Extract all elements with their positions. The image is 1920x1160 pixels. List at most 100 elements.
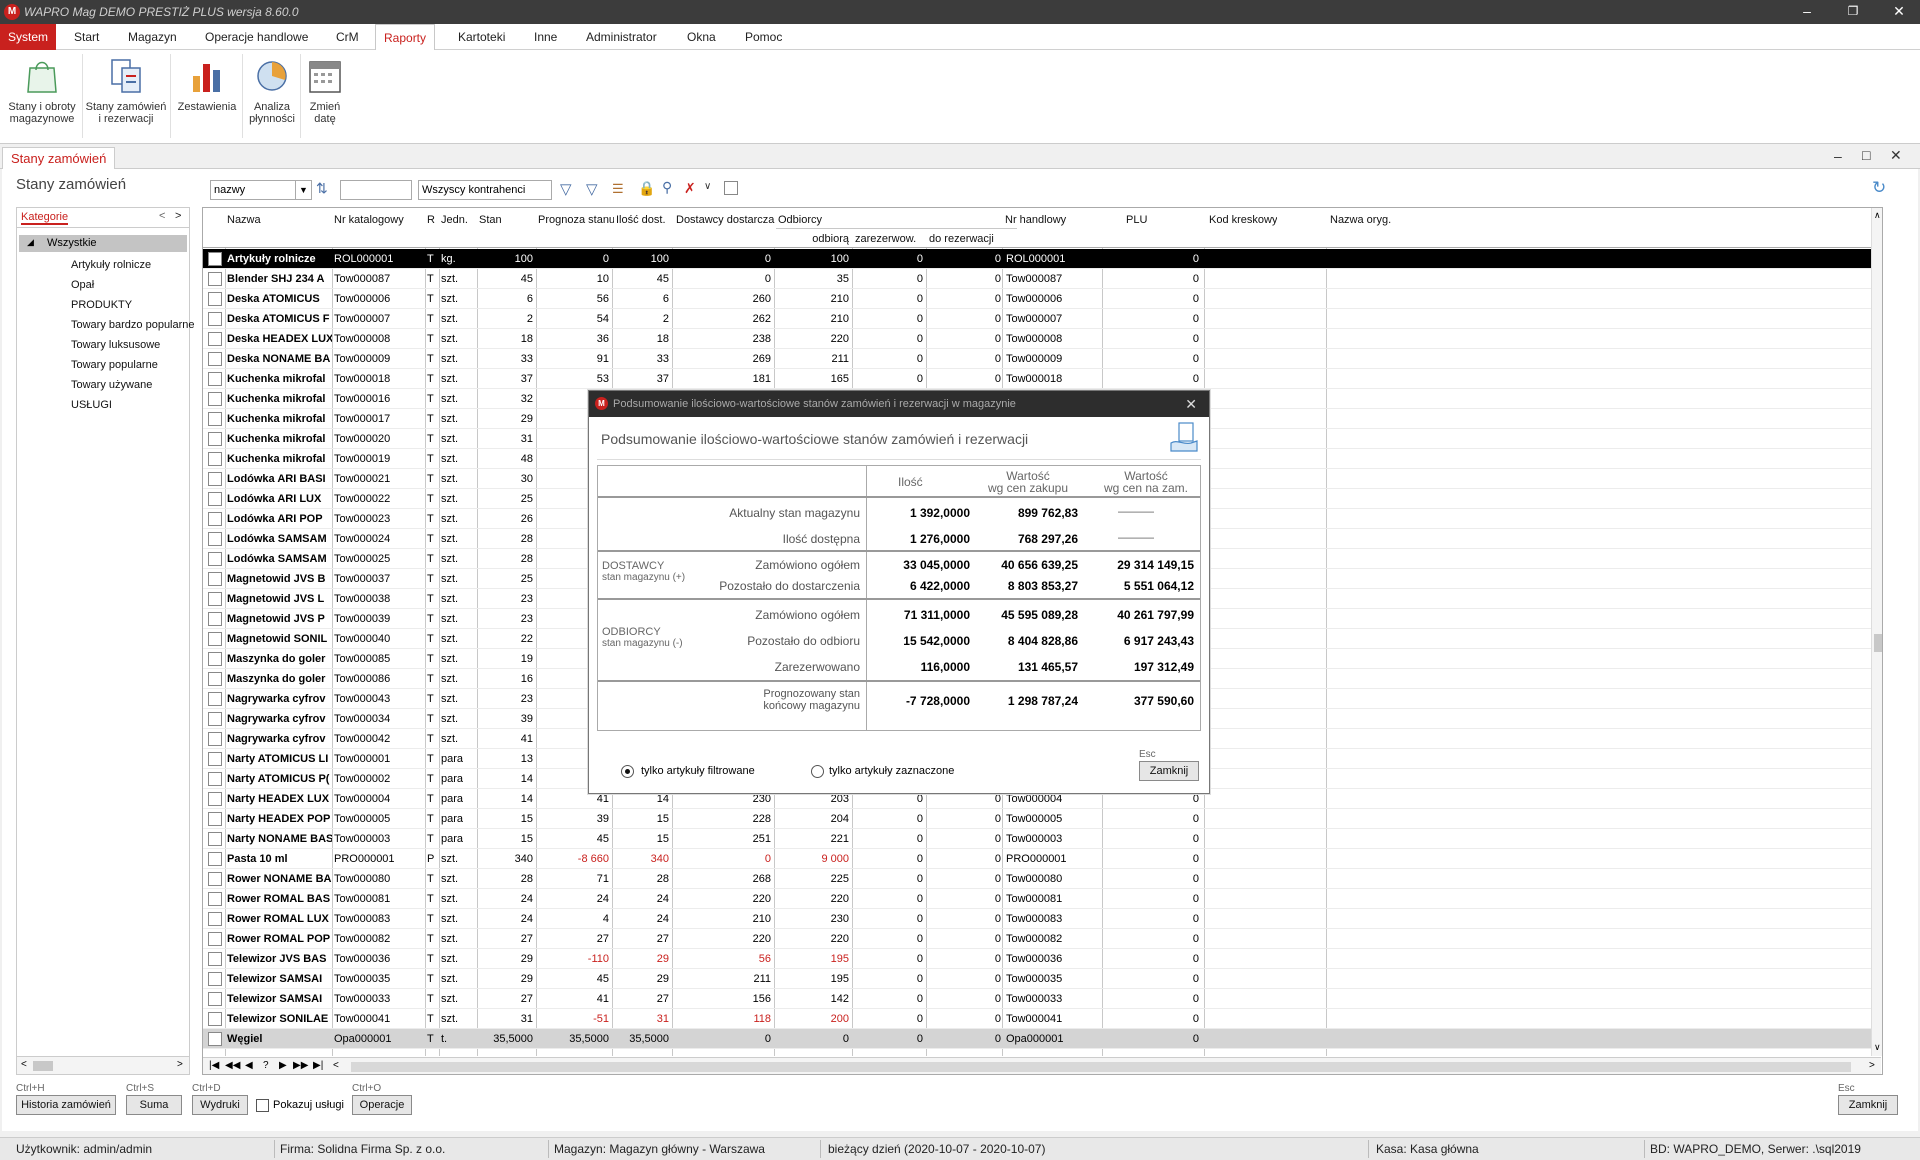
category-item[interactable]: Towary popularne [71, 359, 158, 371]
menu-inne[interactable]: Inne [526, 24, 565, 50]
stany-i-obroty-button[interactable]: Stany i obroty magazynowe [4, 56, 80, 125]
row-checkbox[interactable] [208, 972, 222, 986]
table-row[interactable]: Deska ATOMICUS F Tow000007 Tszt. 2 54 2 262 210… [203, 309, 1881, 329]
col-header-prognoza[interactable]: Prognoza stanu [538, 214, 614, 226]
row-checkbox[interactable] [208, 252, 222, 266]
prev-page-icon[interactable]: ◀◀ [225, 1060, 240, 1071]
row-checkbox[interactable] [208, 872, 222, 886]
sort-field-select[interactable]: nazwy ▼ [210, 180, 312, 200]
chevron-right-icon[interactable]: > [177, 1059, 183, 1070]
doc-maximize-icon[interactable]: □ [1862, 147, 1870, 163]
restore-icon[interactable]: ❐ [1830, 0, 1876, 24]
chevron-down-icon[interactable]: ▼ [295, 181, 311, 199]
menu-magazyn[interactable]: Magazyn [120, 24, 185, 50]
filter-list-icon[interactable]: ☰ [612, 181, 624, 197]
last-record-icon[interactable]: ▶| [313, 1060, 323, 1071]
category-hscrollbar[interactable]: < > [17, 1056, 189, 1074]
table-row[interactable]: Pasta 10 ml PRO000001 Pszt. 340 -8 660 340 0 9 … [203, 849, 1881, 869]
operacje-button[interactable]: Operacje [352, 1095, 412, 1115]
category-item[interactable]: Opał [71, 279, 94, 291]
refresh-icon[interactable]: ↻ [1872, 178, 1886, 198]
chevron-left-icon[interactable]: < [333, 1060, 339, 1071]
pokazuj-uslugi-checkbox[interactable] [256, 1099, 269, 1112]
help-icon[interactable]: ? [263, 1060, 269, 1071]
row-checkbox[interactable] [208, 992, 222, 1006]
col-header-jedn[interactable]: Jedn. [441, 214, 468, 226]
row-checkbox[interactable] [208, 672, 222, 686]
col-header-nazwa-oryg[interactable]: Nazwa oryg. [1330, 214, 1391, 226]
table-row[interactable]: Kuchenka mikrofal Tow000018 Tszt. 37 53 37 181… [203, 369, 1881, 389]
category-item[interactable]: Artykuły rolnicze [71, 259, 151, 271]
menu-system[interactable]: System [0, 24, 57, 50]
row-checkbox[interactable] [208, 572, 222, 586]
row-checkbox[interactable] [208, 952, 222, 966]
col-header-ilosc-dost[interactable]: Ilość dost. [616, 214, 674, 226]
category-item[interactable]: PRODUKTY [71, 299, 132, 311]
row-checkbox[interactable] [208, 432, 222, 446]
table-row[interactable]: Telewizor SAMSAI Tow000033 Tszt. 27 41 27 156 1… [203, 989, 1881, 1009]
stany-zamowien-button[interactable]: Stany zamówień i rezerwacji [84, 56, 168, 125]
menu-administrator[interactable]: Administrator [578, 24, 665, 50]
row-checkbox[interactable] [208, 752, 222, 766]
category-item[interactable]: USŁUGI [71, 399, 112, 411]
row-checkbox[interactable] [208, 372, 222, 386]
doc-close-icon[interactable]: ✕ [1890, 147, 1902, 164]
row-checkbox[interactable] [208, 492, 222, 506]
menu-okna[interactable]: Okna [679, 24, 724, 50]
table-row[interactable]: Deska ATOMICUS Tow000006 Tszt. 6 56 6 260 210 0 0… [203, 289, 1881, 309]
row-checkbox[interactable] [208, 352, 222, 366]
table-row[interactable]: Telewizor JVS BAS Tow000036 Tszt. 29 -110 29 5… [203, 949, 1881, 969]
prev-record-icon[interactable]: ◀ [245, 1060, 253, 1071]
table-row[interactable]: Rower ROMAL POP Tow000082 Tszt. 27 27 27 220 22… [203, 929, 1881, 949]
menu-start[interactable]: Start [66, 24, 107, 50]
chevron-up-icon[interactable]: ∧ [1874, 210, 1881, 221]
tab-stany-zamowien[interactable]: Stany zamówień [2, 147, 116, 169]
row-checkbox[interactable] [208, 412, 222, 426]
search-icon[interactable]: ⚲ [662, 179, 672, 196]
contractor-filter[interactable]: Wszyscy kontrahenci [418, 180, 552, 200]
scroll-thumb[interactable] [351, 1062, 1851, 1072]
row-checkbox[interactable] [208, 512, 222, 526]
table-row[interactable]: Telewizor SAMSAI Tow000035 Tszt. 29 45 29 211 1… [203, 969, 1881, 989]
table-row[interactable]: Rower ROMAL BAS Tow000081 Tszt. 24 24 24 220 22… [203, 889, 1881, 909]
historia-zamowien-button[interactable]: Historia zamówień [16, 1095, 116, 1115]
row-checkbox[interactable] [208, 612, 222, 626]
row-checkbox[interactable] [208, 812, 222, 826]
row-checkbox[interactable] [208, 592, 222, 606]
table-row[interactable]: Narty NONAME BAS Tow000003 Tpara 15 45 15 251 2… [203, 829, 1881, 849]
zestawienia-button[interactable]: Zestawienia [174, 56, 240, 113]
row-checkbox[interactable] [208, 272, 222, 286]
table-row[interactable]: Deska NONAME BA Tow000009 Tszt. 33 91 33 269 21… [203, 349, 1881, 369]
row-checkbox[interactable] [208, 332, 222, 346]
radio-zaznaczone[interactable] [811, 765, 824, 778]
wydruki-button[interactable]: Wydruki [192, 1095, 248, 1115]
row-checkbox[interactable] [208, 852, 222, 866]
menu-operacje-handlowe[interactable]: Operacje handlowe [197, 24, 316, 50]
row-checkbox[interactable] [208, 832, 222, 846]
menu-kartoteki[interactable]: Kartoteki [450, 24, 513, 50]
select-all-checkbox[interactable] [724, 181, 738, 195]
category-item[interactable]: Towary używane [71, 379, 152, 391]
table-row[interactable]: Deska HEADEX LUX Tow000008 Tszt. 18 36 18 238 2… [203, 329, 1881, 349]
row-checkbox[interactable] [208, 692, 222, 706]
row-checkbox[interactable] [208, 1032, 222, 1046]
close-icon[interactable]: ✕ [1876, 0, 1920, 24]
grid-vscrollbar[interactable]: ∧ ∨ [1871, 208, 1882, 1056]
row-checkbox[interactable] [208, 652, 222, 666]
chevron-right-icon[interactable]: > [1869, 1060, 1875, 1071]
category-item[interactable]: Towary bardzo popularne [71, 319, 195, 331]
col-header-plu[interactable]: PLU [1126, 214, 1147, 226]
chevron-down-icon[interactable]: ∨ [1874, 1042, 1881, 1053]
row-checkbox[interactable] [208, 292, 222, 306]
col-header-nr-katalogowy[interactable]: Nr katalogowy [334, 214, 418, 226]
chevron-right-icon[interactable]: > [175, 210, 181, 222]
table-row[interactable]: Artykuły rolnicze ROL000001 Tkg. 100 0 100 0 10… [203, 249, 1881, 269]
row-checkbox[interactable] [208, 632, 222, 646]
chevron-left-icon[interactable]: < [21, 1059, 27, 1070]
scroll-thumb[interactable] [33, 1061, 53, 1071]
table-row[interactable]: Rower ROMAL LUX Tow000083 Tszt. 24 4 24 210 230… [203, 909, 1881, 929]
row-checkbox[interactable] [208, 472, 222, 486]
tab-kategorie[interactable]: Kategorie [21, 211, 69, 225]
col-header-nazwa[interactable]: Nazwa [227, 214, 307, 226]
row-checkbox[interactable] [208, 792, 222, 806]
